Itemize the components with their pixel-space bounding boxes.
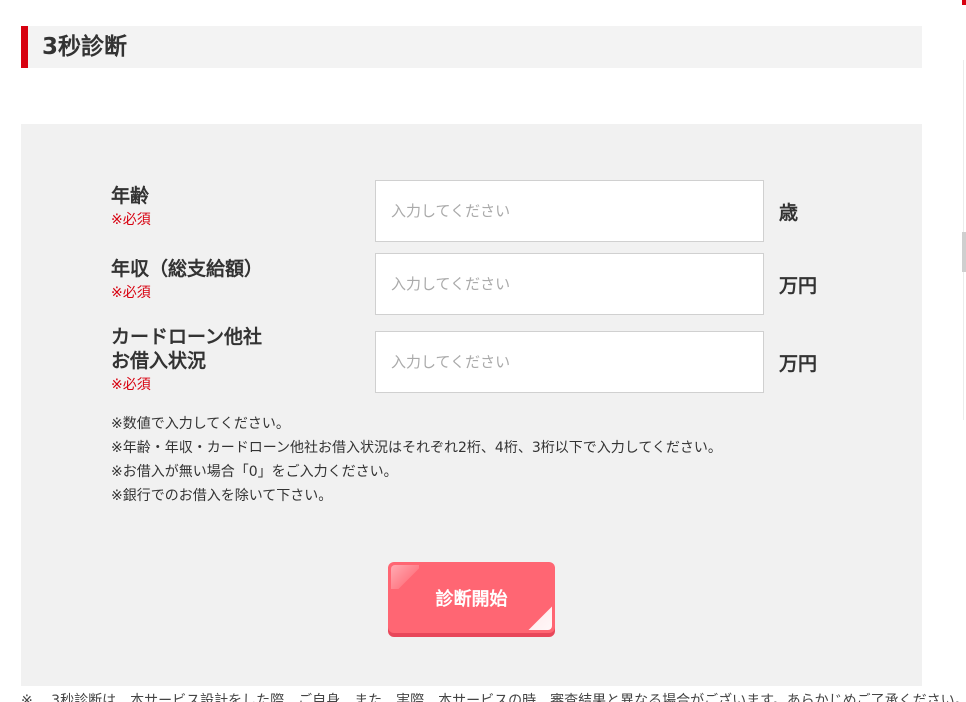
section-header: 3秒診断 (21, 26, 922, 68)
section-title: 3秒診断 (42, 34, 128, 60)
button-shine-decoration (391, 565, 419, 589)
note-digit-limits: ※年齢・年収・カードローン他社お借入状況はそれぞれ2桁、4桁、3桁以下で入力して… (111, 440, 722, 456)
age-input[interactable] (375, 180, 764, 242)
age-label-block: 年齢 ※必須 (111, 184, 151, 230)
form-notes: ※数値で入力してください。 ※年齢・年収・カードローン他社お借入状況はそれぞれ2… (111, 412, 722, 508)
note-zero-if-none: ※お借入が無い場合「0」をご入力ください。 (111, 464, 398, 480)
income-input[interactable] (375, 253, 764, 315)
disclaimer-text: ※ 3秒診断は、本サービス設計をした際、ご自身…また、実際、本サービスの時、審査… (21, 693, 961, 702)
diagnosis-form: 年齢 ※必須 歳 年収（総支給額） ※必須 万円 カードローン他社 お借入状況 … (21, 124, 922, 686)
income-required-mark: ※必須 (111, 285, 151, 301)
note-numeric: ※数値で入力してください。 (111, 416, 290, 432)
scrollbar-thumb[interactable] (962, 232, 966, 272)
start-diagnosis-label: 診断開始 (435, 588, 508, 610)
income-unit: 万円 (779, 275, 818, 297)
other-loans-label-line1: カードローン他社 (111, 326, 263, 348)
age-unit: 歳 (779, 202, 799, 224)
other-loans-label-block: カードローン他社 お借入状況 ※必須 (111, 325, 262, 395)
income-label: 年収（総支給額） (111, 258, 264, 280)
start-diagnosis-button[interactable]: 診断開始 (388, 562, 555, 633)
age-label: 年齢 (111, 185, 150, 207)
section-header-accent-bar (21, 26, 28, 68)
note-exclude-bank: ※銀行でのお借入を除いて下さい。 (111, 488, 333, 504)
scrollbar-top-marker (962, 0, 966, 5)
age-required-mark: ※必須 (111, 212, 151, 228)
button-corner-fold-decoration (528, 606, 552, 630)
other-loans-label-line2: お借入状況 (111, 350, 207, 372)
other-loans-input[interactable] (375, 331, 764, 393)
other-loans-unit: 万円 (779, 353, 818, 375)
income-label-block: 年収（総支給額） ※必須 (111, 257, 263, 303)
other-loans-required-mark: ※必須 (111, 377, 151, 393)
